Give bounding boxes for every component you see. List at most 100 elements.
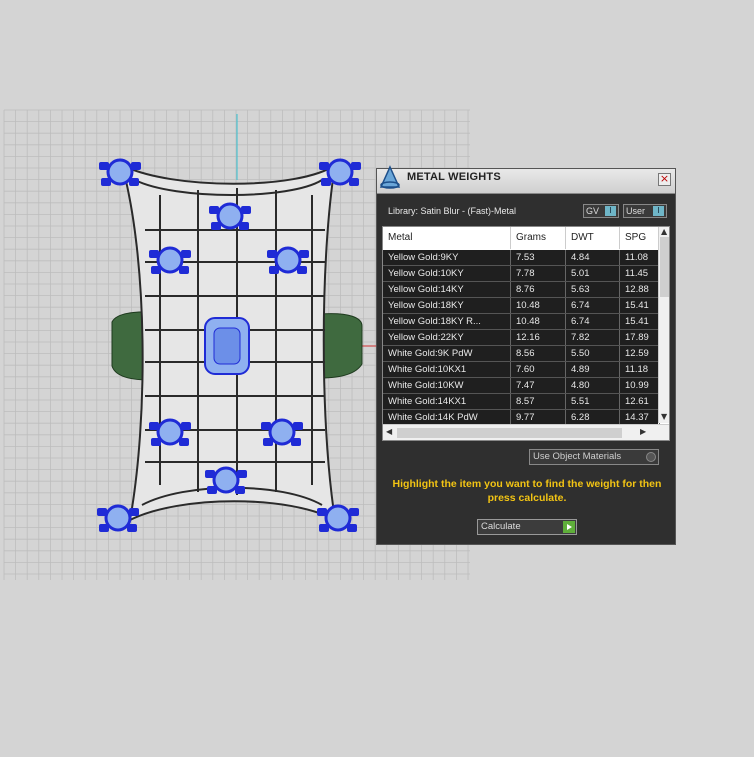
table-cell: 11.08 (620, 250, 660, 265)
table-row[interactable]: White Gold:10KW 7.47 4.80 10.99 (383, 378, 660, 394)
gv-toggle-label: GV (586, 206, 600, 216)
table-cell: 10.99 (620, 378, 660, 393)
side-gem[interactable] (326, 158, 354, 186)
gem-prong (235, 486, 245, 494)
gem-prong (149, 422, 159, 430)
table-cell: 15.41 (620, 298, 660, 313)
table-cell: 12.16 (511, 330, 566, 345)
vertical-scroll-thumb[interactable] (660, 237, 669, 297)
table-cell: White Gold:10KW (383, 378, 511, 393)
gv-toggle-knob: I (605, 206, 616, 216)
horizontal-scroll-thumb[interactable] (397, 428, 622, 438)
gem-prong (129, 508, 139, 516)
side-gem[interactable] (156, 418, 184, 446)
table-row[interactable]: Yellow Gold:10KY 7.78 5.01 11.45 (383, 266, 660, 282)
table-cell: 7.78 (511, 266, 566, 281)
side-gem[interactable] (106, 158, 134, 186)
table-row[interactable]: Yellow Gold:18KY R... 10.48 6.74 15.41 (383, 314, 660, 330)
table-row[interactable]: White Gold:10KX1 7.60 4.89 11.18 (383, 362, 660, 378)
gem-prong (241, 206, 251, 214)
table-cell: 8.76 (511, 282, 566, 297)
scroll-right-icon[interactable]: ▶ (640, 427, 646, 436)
gv-toggle[interactable]: GV I (583, 204, 619, 218)
table-cell: 11.18 (620, 362, 660, 377)
gem-prong (99, 524, 109, 532)
table-cell: 7.60 (511, 362, 566, 377)
table-cell: 5.63 (566, 282, 620, 297)
use-object-materials-label: Use Object Materials (533, 451, 622, 462)
user-toggle-label: User (626, 206, 646, 216)
side-gem[interactable] (216, 202, 244, 230)
gem-prong (149, 250, 159, 258)
vertical-scrollbar[interactable]: ▲ ▼ (658, 227, 669, 423)
instruction-text: Highlight the item you want to find the … (392, 478, 662, 504)
table-cell: 9.77 (511, 410, 566, 425)
table-cell: 15.41 (620, 314, 660, 329)
gem-prong (299, 250, 309, 258)
table-cell: Yellow Gold:22KY (383, 330, 511, 345)
side-gem[interactable] (274, 246, 302, 274)
side-gem[interactable] (156, 246, 184, 274)
table-row[interactable]: Yellow Gold:22KY 12.16 7.82 17.89 (383, 330, 660, 346)
column-header-dwt[interactable]: DWT (566, 227, 620, 249)
scroll-up-icon[interactable]: ▲ (661, 227, 667, 236)
table-cell: 7.82 (566, 330, 620, 345)
table-cell: Yellow Gold:10KY (383, 266, 511, 281)
table-cell: Yellow Gold:14KY (383, 282, 511, 297)
column-header-spg[interactable]: SPG (620, 227, 660, 249)
use-object-materials-toggle[interactable]: Use Object Materials (529, 449, 659, 465)
app-logo-icon (379, 165, 401, 189)
close-icon[interactable]: × (658, 173, 671, 186)
side-gem[interactable] (268, 418, 296, 446)
table-row[interactable]: Yellow Gold:18KY 10.48 6.74 15.41 (383, 298, 660, 314)
table-row[interactable]: Yellow Gold:9KY 7.53 4.84 11.08 (383, 250, 660, 266)
gem-prong (97, 508, 107, 516)
library-label: Library: Satin Blur - (Fast)-Metal (388, 206, 517, 216)
side-gem[interactable] (212, 466, 240, 494)
title-bar[interactable]: METAL WEIGHTS × (377, 165, 675, 194)
column-header-metal[interactable]: Metal (383, 227, 511, 249)
gem-prong (267, 250, 277, 258)
gem-prong (205, 470, 215, 478)
column-header-grams[interactable]: Grams (511, 227, 566, 249)
gem-prong (319, 162, 329, 170)
gem-prong (237, 470, 247, 478)
user-toggle[interactable]: User I (623, 204, 667, 218)
scroll-down-icon[interactable]: ▼ (661, 412, 667, 421)
gem-prong (179, 266, 189, 274)
table-cell: 10.48 (511, 314, 566, 329)
center-gem[interactable] (204, 317, 250, 375)
table-cell: 4.80 (566, 378, 620, 393)
gem-prong (179, 438, 189, 446)
table-cell: 6.74 (566, 314, 620, 329)
horizontal-scrollbar[interactable]: ◀ ▶ (383, 424, 669, 440)
table-row[interactable]: Yellow Gold:14KY 8.76 5.63 12.88 (383, 282, 660, 298)
gem-prong (209, 206, 219, 214)
calculate-button[interactable]: Calculate (477, 519, 577, 535)
table-cell: Yellow Gold:18KY (383, 298, 511, 313)
gem-prong (351, 162, 361, 170)
gem-prong (151, 438, 161, 446)
table-cell: 5.51 (566, 394, 620, 409)
table-cell: 11.45 (620, 266, 660, 281)
side-gem[interactable] (104, 504, 132, 532)
window-title: METAL WEIGHTS (407, 171, 501, 183)
table-cell: 14.37 (620, 410, 660, 425)
table-cell: Yellow Gold:18KY R... (383, 314, 511, 329)
table-cell: 5.50 (566, 346, 620, 361)
gem-prong (207, 486, 217, 494)
table-cell: 12.59 (620, 346, 660, 361)
side-gem[interactable] (324, 504, 352, 532)
table-cell: 6.28 (566, 410, 620, 425)
gem-prong (261, 422, 271, 430)
radio-icon (646, 452, 656, 462)
table-cell: 8.57 (511, 394, 566, 409)
table-row[interactable]: White Gold:14KX1 8.57 5.51 12.61 (383, 394, 660, 410)
gem-prong (321, 178, 331, 186)
scroll-left-icon[interactable]: ◀ (386, 427, 392, 436)
table-cell: 8.56 (511, 346, 566, 361)
gem-prong (129, 178, 139, 186)
table-header: Metal Grams DWT SPG (383, 227, 660, 249)
table-cell: 10.48 (511, 298, 566, 313)
table-row[interactable]: White Gold:9K PdW 8.56 5.50 12.59 (383, 346, 660, 362)
